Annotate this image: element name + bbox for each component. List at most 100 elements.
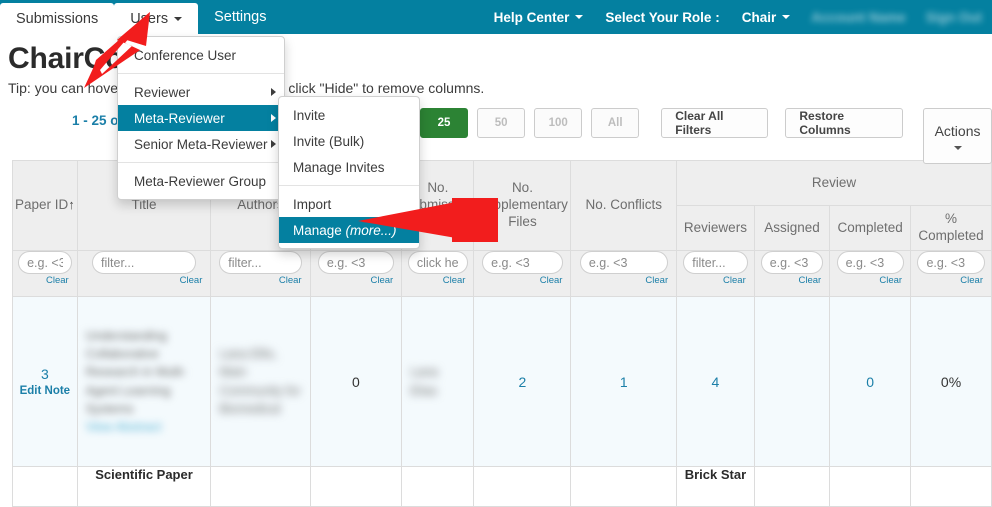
supplementary-files-value[interactable]: 2 — [519, 374, 527, 390]
title-link-redacted: View Abstract — [85, 419, 162, 434]
authors-redacted: Lana Ellis, Main Community for Biomedica… — [219, 347, 301, 416]
column-header-no-conflicts[interactable]: No. Conflicts — [570, 160, 678, 251]
title-redacted: Understanding Collaborative Research in … — [78, 321, 211, 442]
page-size-50-button[interactable]: 50 — [477, 108, 526, 138]
filter-clear-no-conflicts[interactable]: Clear — [571, 275, 676, 286]
filter-input-no-supplementary-files[interactable] — [482, 251, 563, 274]
cell-no-conflicts: 1 — [570, 296, 678, 467]
filter-clear-assigned[interactable]: Clear — [755, 275, 829, 286]
filter-clear-completed[interactable]: Clear — [830, 275, 910, 286]
nav-tab-users[interactable]: Users — [114, 3, 199, 34]
pagination-count: 1 - 25 of — [72, 113, 124, 128]
chevron-right-icon — [271, 140, 276, 148]
top-navigation-bar: Submissions Users Settings Help Center S… — [0, 0, 992, 34]
filter-input-assigned[interactable] — [760, 251, 824, 274]
chevron-down-icon — [575, 15, 584, 19]
cell-track: 0 — [309, 296, 403, 467]
filter-clear-pct-completed[interactable]: Clear — [911, 275, 991, 286]
help-center-menu[interactable]: Help Center — [483, 0, 595, 34]
table-toolbar: 25 50 100 All Clear All Filters Restore … — [420, 108, 992, 164]
users-dropdown-menu: Conference User Reviewer Meta-Reviewer S… — [117, 30, 285, 200]
filter-clear-track[interactable]: Clear — [311, 275, 402, 286]
submenu-item-invite-bulk[interactable]: Invite (Bulk) — [279, 128, 419, 154]
menu-item-conference-user[interactable]: Conference User — [118, 42, 284, 68]
submenu-item-manage-more[interactable]: Manage (more...) — [279, 217, 419, 243]
menu-item-meta-reviewer-group[interactable]: Meta-Reviewer Group — [118, 168, 284, 194]
nav-tab-submissions-label: Submissions — [16, 10, 99, 27]
cell-assigned — [753, 296, 831, 467]
submenu-item-invite[interactable]: Invite — [279, 102, 419, 128]
column-header-assigned[interactable]: Assigned — [753, 205, 831, 251]
cell-authors: Lana Ellis, Main Community for Biomedica… — [210, 296, 311, 467]
conflicts-value[interactable]: 1 — [620, 374, 628, 390]
chevron-right-icon — [271, 114, 276, 122]
filter-cell-completed: Clear — [829, 250, 912, 297]
filter-cell-authors: Clear — [210, 250, 311, 297]
filter-input-no-conflicts[interactable] — [579, 251, 668, 274]
column-header-reviewers[interactable]: Reviewers — [676, 205, 755, 251]
table-row[interactable]: 3 Edit Note Understanding Collaborative … — [12, 296, 992, 467]
filter-input-no-submission-files[interactable] — [407, 251, 468, 274]
submissions-table: Paper ID↑ Title Authors Track No. Submis… — [12, 160, 992, 507]
filter-clear-reviewers[interactable]: Clear — [677, 275, 754, 286]
submenu-item-import[interactable]: Import — [279, 191, 419, 217]
cell-title: Understanding Collaborative Research in … — [76, 296, 212, 467]
meta-reviewer-submenu: Invite Invite (Bulk) Manage Invites Impo… — [278, 96, 420, 249]
help-center-label: Help Center — [493, 9, 570, 25]
nav-tab-settings-label: Settings — [214, 9, 267, 25]
filter-cell-title: Clear — [76, 250, 212, 297]
nav-tab-submissions[interactable]: Submissions — [0, 3, 115, 34]
filter-input-completed[interactable] — [836, 251, 904, 274]
cell-no-supplementary-files: 2 — [473, 296, 572, 467]
filter-cell-pct-completed: Clear — [910, 250, 992, 297]
nav-tab-settings[interactable]: Settings — [198, 0, 282, 34]
column-header-completed[interactable]: Completed — [829, 205, 912, 251]
page-size-25-button[interactable]: 25 — [420, 108, 469, 138]
filter-cell-track: Clear — [309, 250, 403, 297]
sort-ascending-icon: ↑ — [68, 197, 75, 213]
menu-item-senior-meta-reviewer[interactable]: Senior Meta-Reviewer — [118, 131, 284, 157]
role-selector[interactable]: Chair — [731, 0, 802, 34]
filter-clear-no-submission-files[interactable]: Clear — [402, 275, 473, 286]
cell-pct-completed: 0% — [910, 296, 992, 467]
paper-id-value[interactable]: 3 — [41, 366, 49, 382]
column-header-paper-id[interactable]: Paper ID↑ — [12, 160, 78, 251]
cell-paper-id: 3 Edit Note — [12, 296, 78, 467]
edit-note-link[interactable]: Edit Note — [13, 385, 77, 397]
page-size-all-button[interactable]: All — [591, 108, 640, 138]
filter-input-authors[interactable] — [219, 251, 302, 274]
page-size-100-button[interactable]: 100 — [534, 108, 583, 138]
column-header-no-supplementary-files[interactable]: No. Supplementary Files — [473, 160, 572, 251]
reviewers-value[interactable]: 4 — [712, 374, 720, 390]
cell-completed: 0 — [829, 296, 912, 467]
filter-input-reviewers[interactable] — [683, 251, 748, 274]
menu-item-reviewer[interactable]: Reviewer — [118, 79, 284, 105]
menu-divider — [118, 73, 284, 74]
nav-tab-users-label: Users — [130, 10, 169, 27]
pct-completed-value: 0% — [940, 373, 962, 390]
cell-reviewers: 4 — [676, 296, 755, 467]
filter-clear-no-supplementary-files[interactable]: Clear — [474, 275, 570, 286]
menu-divider — [279, 185, 419, 186]
filter-row: Clear Clear Clear Clear Clear Clear — [12, 250, 992, 297]
restore-columns-button[interactable]: Restore Columns — [785, 108, 904, 138]
menu-item-meta-reviewer[interactable]: Meta-Reviewer — [118, 105, 284, 131]
account-name-redacted[interactable]: Account Name — [801, 0, 916, 34]
filter-input-title[interactable] — [92, 251, 197, 274]
completed-value[interactable]: 0 — [866, 374, 874, 390]
column-header-pct-completed[interactable]: % Completed — [910, 205, 992, 251]
submission-files-redacted: Lana Elias — [410, 365, 439, 398]
filter-input-pct-completed[interactable] — [917, 251, 985, 274]
chevron-down-icon — [953, 145, 962, 150]
actions-label: Actions — [934, 122, 981, 139]
sign-out-redacted[interactable]: Sign Out — [916, 0, 992, 34]
filter-cell-no-submission-files: Clear — [401, 250, 475, 297]
filter-clear-paper-id[interactable]: Clear — [13, 275, 77, 286]
submenu-item-manage-invites[interactable]: Manage Invites — [279, 154, 419, 180]
filter-input-paper-id[interactable] — [18, 251, 72, 274]
actions-dropdown-button[interactable]: Actions — [923, 108, 992, 164]
clear-all-filters-button[interactable]: Clear All Filters — [661, 108, 769, 138]
filter-clear-title[interactable]: Clear — [78, 275, 211, 286]
filter-input-track[interactable] — [317, 251, 394, 274]
filter-clear-authors[interactable]: Clear — [211, 275, 309, 286]
